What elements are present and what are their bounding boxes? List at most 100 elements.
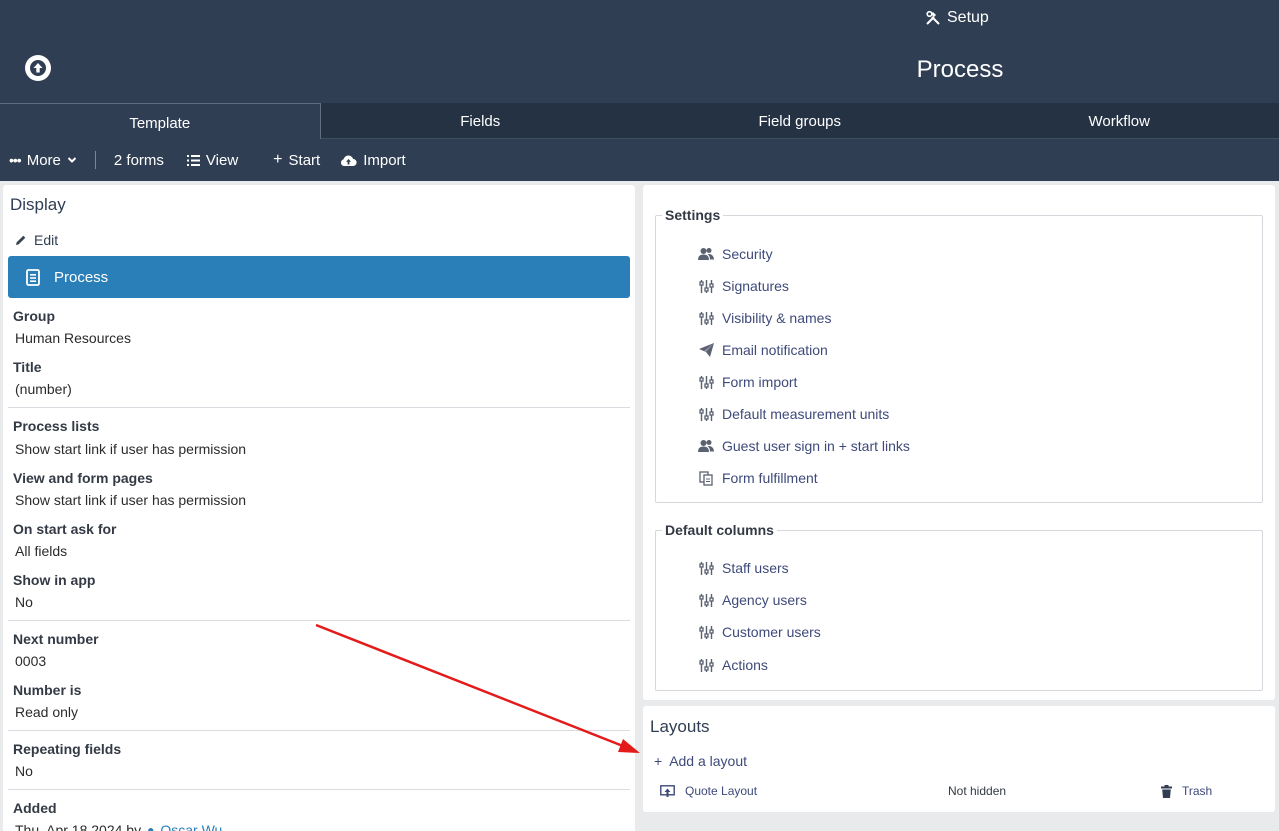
toolbar: ••• More 2 forms View + Start Import [0, 139, 1279, 181]
sliders-icon [698, 560, 714, 576]
import-button[interactable]: Import [340, 139, 406, 181]
toolbar-divider [94, 151, 96, 169]
sliders-icon [698, 592, 714, 608]
agency-users-label: Agency users [722, 592, 807, 608]
settings-link-guest-sign-in[interactable]: Guest user sign in + start links [698, 438, 910, 454]
view-label: View [205, 151, 239, 169]
added-label: Added [13, 800, 57, 816]
process-lists-value: Show start link if user has permission [15, 441, 247, 457]
added-value-row: Thu, Apr 18 2024 by ● Oscar Wu [15, 822, 222, 831]
sliders-icon [698, 310, 714, 326]
repeating-fields-value: No [15, 763, 33, 779]
trash-label: Trash [1182, 784, 1213, 798]
process-label: Process [54, 268, 109, 286]
layout-status: Not hidden [948, 784, 1007, 798]
paper-plane-icon [698, 342, 714, 358]
settings-link-security[interactable]: Security [698, 246, 773, 262]
on-start-value: All fields [15, 543, 68, 559]
settings-link-signatures[interactable]: Signatures [698, 278, 789, 294]
divider [8, 730, 630, 731]
layouts-title: Layouts [650, 717, 710, 736]
forms-label: 2 forms [113, 151, 164, 169]
layouts-panel: Layouts + Add a layout Quote Layout Not … [643, 706, 1275, 812]
plus-icon: + [654, 753, 663, 769]
settings-link-visibility[interactable]: Visibility & names [698, 310, 831, 326]
footer-gap [643, 812, 1275, 831]
edit-label: Edit [34, 232, 59, 248]
sliders-icon [698, 406, 714, 422]
page-title: Process [916, 56, 1004, 83]
divider [8, 407, 630, 408]
forms-count-button[interactable]: 2 forms [114, 139, 164, 181]
add-layout-label: Add a layout [669, 753, 748, 769]
users-icon [698, 246, 714, 262]
show-in-app-label: Show in app [13, 572, 96, 588]
tab-fields[interactable]: Fields [321, 103, 641, 139]
settings-link-measurement-units[interactable]: Default measurement units [698, 406, 889, 422]
title-value: (number) [15, 381, 72, 397]
list-icon [186, 154, 200, 166]
security-label: Security [722, 246, 773, 262]
view-button[interactable]: View [186, 139, 239, 181]
start-button[interactable]: + Start [273, 139, 320, 181]
settings-fieldset: Settings Security Signatures Visibility … [655, 207, 1263, 503]
column-link-staff-users[interactable]: Staff users [698, 560, 789, 576]
cloud-upload-icon [341, 155, 357, 166]
show-in-app-value: No [15, 594, 33, 610]
plus-icon: + [273, 151, 283, 168]
display-title: Display [10, 195, 66, 214]
edit-link[interactable]: Edit [15, 232, 58, 248]
tab-template[interactable]: Template [0, 103, 321, 140]
tools-icon [926, 10, 940, 25]
column-link-actions[interactable]: Actions [698, 657, 768, 673]
measurement-units-label: Default measurement units [722, 406, 890, 422]
setup-label: Setup [947, 9, 989, 26]
default-columns-fieldset: Default columns Staff users Agency users… [655, 522, 1263, 691]
start-label: Start [288, 151, 321, 169]
tab-bar: Template Fields Field groups Workflow [0, 103, 1279, 140]
guest-sign-in-label: Guest user sign in + start links [722, 438, 910, 454]
next-number-label: Next number [13, 631, 99, 647]
actions-label: Actions [722, 657, 768, 673]
sliders-icon [698, 278, 714, 294]
tab-workflow[interactable]: Workflow [960, 103, 1279, 139]
layout-name: Quote Layout [685, 784, 758, 798]
divider [8, 620, 630, 621]
customer-users-label: Customer users [722, 624, 821, 640]
chevron-down-icon [67, 157, 77, 163]
sliders-icon [698, 624, 714, 640]
setup-link[interactable]: Setup [925, 7, 989, 29]
document-icon [26, 268, 40, 286]
column-link-agency-users[interactable]: Agency users [698, 592, 807, 608]
layout-name-link[interactable]: Quote Layout [660, 784, 757, 798]
visibility-label: Visibility & names [722, 310, 832, 326]
tab-field-groups[interactable]: Field groups [640, 103, 960, 139]
email-notification-label: Email notification [722, 342, 828, 358]
trash-icon [1161, 784, 1172, 798]
number-is-label: Number is [13, 682, 82, 698]
upload-button[interactable] [25, 55, 51, 81]
form-import-label: Form import [722, 374, 798, 390]
settings-link-form-import[interactable]: Form import [698, 374, 797, 390]
sliders-icon [698, 374, 714, 390]
add-layout-link[interactable]: + Add a layout [654, 753, 747, 769]
group-value: Human Resources [15, 330, 131, 346]
more-menu-button[interactable]: ••• More [9, 139, 77, 181]
added-author-link[interactable]: Oscar Wu [160, 822, 222, 831]
settings-link-email-notification[interactable]: Email notification [698, 342, 828, 358]
process-lists-label: Process lists [13, 418, 100, 434]
users-icon [698, 438, 714, 454]
pencil-icon [16, 235, 26, 245]
on-start-label: On start ask for [13, 521, 117, 537]
added-date: Thu, Apr 18 2024 by [15, 822, 142, 831]
documents-icon [698, 470, 714, 486]
settings-link-form-fulfillment[interactable]: Form fulfillment [698, 470, 818, 486]
settings-panel: Settings Security Signatures Visibility … [643, 185, 1275, 700]
user-icon: ● [147, 823, 155, 831]
column-link-customer-users[interactable]: Customer users [698, 624, 821, 640]
sliders-icon [698, 657, 714, 673]
default-columns-legend: Default columns [662, 522, 777, 538]
repeating-fields-label: Repeating fields [13, 741, 122, 757]
layout-trash-button[interactable]: Trash [1161, 784, 1212, 798]
form-fulfillment-label: Form fulfillment [722, 470, 818, 486]
